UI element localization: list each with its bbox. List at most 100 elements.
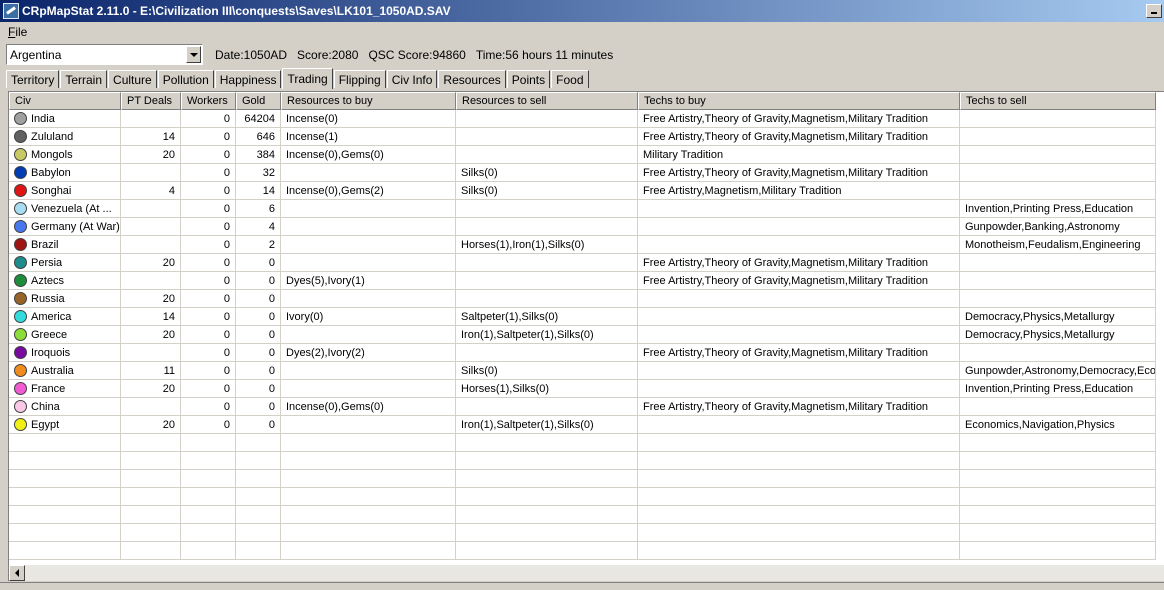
civ-color-icon	[14, 256, 27, 269]
gold-cell: 0	[236, 290, 281, 308]
horizontal-scrollbar[interactable]	[9, 565, 1164, 581]
column-header-resources-to-buy[interactable]: Resources to buy	[281, 92, 456, 110]
table-row[interactable]: France 20 0 0 Horses(1),Silks(0) Invention,Pr…	[9, 380, 1164, 398]
table-row[interactable]: Aztecs 0 0 Dyes(5),Ivory(1) Free Artistry,Th…	[9, 272, 1164, 290]
table-row[interactable]: Australia 11 0 0 Silks(0) Gunpowder,Astronomy…	[9, 362, 1164, 380]
civ-name: Greece	[31, 328, 68, 341]
table-row[interactable]: Persia 20 0 0 Free Artistry,Theory of Gravit…	[9, 254, 1164, 272]
empty-cell	[456, 542, 638, 560]
techs-to-sell-cell: Invention,Printing Press,Education	[960, 380, 1156, 398]
resources-to-sell-cell: Silks(0)	[456, 182, 638, 200]
workers-cell: 0	[181, 380, 236, 398]
tab-flipping[interactable]: Flipping	[333, 70, 386, 88]
empty-cell	[9, 524, 121, 542]
civ-color-icon	[14, 292, 27, 305]
table-row[interactable]: Zululand 14 0 646 Incense(1) Free Artistry,Th…	[9, 128, 1164, 146]
civ-name: Australia	[31, 364, 74, 377]
column-header-workers[interactable]: Workers	[181, 92, 236, 110]
table-row[interactable]: Brazil 0 2 Horses(1),Iron(1),Silks(0) Monoth…	[9, 236, 1164, 254]
column-header-resources-to-sell[interactable]: Resources to sell	[456, 92, 638, 110]
table-row[interactable]: Greece 20 0 0 Iron(1),Saltpeter(1),Silks(0) D…	[9, 326, 1164, 344]
techs-to-buy-cell: Free Artistry,Theory of Gravity,Magnetis…	[638, 128, 960, 146]
civ-cell: Mongols	[9, 146, 121, 164]
tab-trading[interactable]: Trading	[282, 68, 333, 89]
techs-to-buy-cell: Free Artistry,Theory of Gravity,Magnetis…	[638, 272, 960, 290]
pt-deals-cell: 14	[121, 308, 181, 326]
civ-cell: Germany (At War)	[9, 218, 121, 236]
table-row[interactable]: India 0 64204 Incense(0) Free Artistry,Theor…	[9, 110, 1164, 128]
gold-cell: 6	[236, 200, 281, 218]
app-icon	[3, 3, 19, 19]
resources-to-sell-cell	[456, 398, 638, 416]
table-row[interactable]: China 0 0 Incense(0),Gems(0) Free Artistry,T…	[9, 398, 1164, 416]
empty-cell	[236, 488, 281, 506]
resources-to-sell-cell: Horses(1),Silks(0)	[456, 380, 638, 398]
techs-to-sell-cell	[960, 128, 1156, 146]
civ-name: Persia	[31, 256, 63, 269]
column-header-techs-to-sell[interactable]: Techs to sell	[960, 92, 1156, 110]
techs-to-sell-cell: Economics,Navigation,Physics	[960, 416, 1156, 434]
techs-to-buy-cell: Free Artistry,Theory of Gravity,Magnetis…	[638, 254, 960, 272]
tab-points[interactable]: Points	[506, 70, 551, 88]
title-bar: CRpMapStat 2.11.0 - E:\Civilization III\…	[0, 0, 1164, 22]
techs-to-buy-cell	[638, 236, 960, 254]
menu-file[interactable]: File	[0, 25, 35, 39]
empty-cell	[121, 452, 181, 470]
civ-cell: Australia	[9, 362, 121, 380]
civ-name: Germany (At War)	[31, 220, 120, 233]
pt-deals-cell: 20	[121, 146, 181, 164]
table-row[interactable]: Babylon 0 32 Silks(0) Free Artistry,Theory o…	[9, 164, 1164, 182]
chevron-down-icon[interactable]	[186, 46, 201, 63]
column-header-civ[interactable]: Civ	[9, 92, 121, 110]
empty-cell	[9, 452, 121, 470]
empty-cell	[638, 524, 960, 542]
empty-cell	[638, 542, 960, 560]
empty-row	[9, 470, 1164, 488]
techs-to-buy-cell	[638, 380, 960, 398]
table-row[interactable]: Russia 20 0 0	[9, 290, 1164, 308]
pt-deals-cell	[121, 344, 181, 362]
empty-row	[9, 506, 1164, 524]
tab-resources[interactable]: Resources	[438, 70, 506, 88]
empty-row	[9, 452, 1164, 470]
scroll-left-icon[interactable]	[9, 565, 25, 581]
tab-culture[interactable]: Culture	[108, 70, 157, 88]
resources-to-sell-cell: Horses(1),Iron(1),Silks(0)	[456, 236, 638, 254]
civ-color-icon	[14, 382, 27, 395]
civ-color-icon	[14, 166, 27, 179]
table-row[interactable]: Egypt 20 0 0 Iron(1),Saltpeter(1),Silks(0) Ec…	[9, 416, 1164, 434]
empty-cell	[456, 452, 638, 470]
minimize-button[interactable]	[1146, 4, 1162, 18]
table-row[interactable]: America 14 0 0 Ivory(0) Saltpeter(1),Silks(0)…	[9, 308, 1164, 326]
tab-happiness[interactable]: Happiness	[214, 70, 282, 88]
gold-cell: 0	[236, 272, 281, 290]
workers-cell: 0	[181, 182, 236, 200]
civ-color-icon	[14, 418, 27, 431]
resources-to-buy-cell	[281, 416, 456, 434]
table-row[interactable]: Songhai 4 0 14 Incense(0),Gems(2) Silks(0) Fre…	[9, 182, 1164, 200]
table-row[interactable]: Iroquois 0 0 Dyes(2),Ivory(2) Free Artistry,…	[9, 344, 1164, 362]
workers-cell: 0	[181, 254, 236, 272]
empty-cell	[9, 506, 121, 524]
column-header-techs-to-buy[interactable]: Techs to buy	[638, 92, 960, 110]
gold-cell: 0	[236, 416, 281, 434]
tab-pollution[interactable]: Pollution	[157, 70, 214, 88]
table-row[interactable]: Germany (At War) 0 4 Gunpowder,Banking,Astr…	[9, 218, 1164, 236]
empty-cell	[181, 434, 236, 452]
table-row[interactable]: Venezuela (At ... 0 6 Invention,Printing Pr…	[9, 200, 1164, 218]
resources-to-sell-cell: Silks(0)	[456, 164, 638, 182]
table-row[interactable]: Mongols 20 0 384 Incense(0),Gems(0) Military …	[9, 146, 1164, 164]
empty-cell	[121, 470, 181, 488]
column-header-pt-deals[interactable]: PT Deals	[121, 92, 181, 110]
civ-select[interactable]: Argentina	[6, 44, 203, 65]
tab-civ-info[interactable]: Civ Info	[386, 70, 438, 88]
column-header-gold[interactable]: Gold	[236, 92, 281, 110]
resources-to-buy-cell	[281, 326, 456, 344]
tab-food[interactable]: Food	[551, 70, 589, 88]
empty-cell	[121, 434, 181, 452]
tab-terrain[interactable]: Terrain	[60, 70, 108, 88]
techs-to-sell-cell	[960, 290, 1156, 308]
gold-cell: 646	[236, 128, 281, 146]
tab-territory[interactable]: Territory	[6, 70, 60, 88]
civ-name: Brazil	[31, 238, 59, 251]
